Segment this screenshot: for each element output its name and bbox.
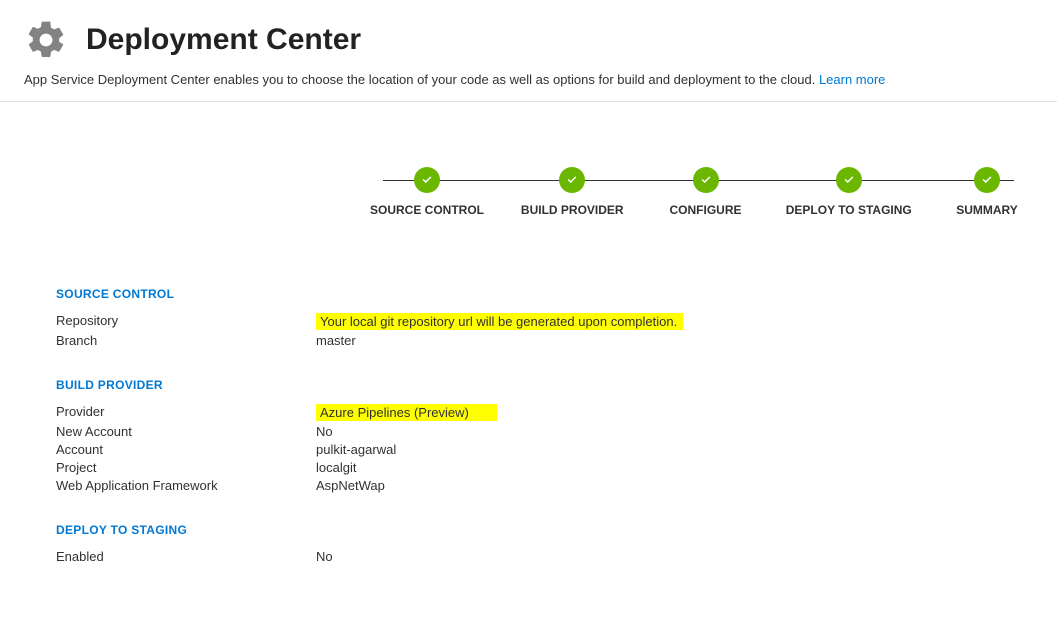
value-branch: master — [316, 333, 356, 348]
page-description: App Service Deployment Center enables yo… — [0, 70, 1057, 102]
check-icon — [559, 167, 585, 193]
row-account: Account pulkit-agarwal — [56, 442, 1033, 457]
label-framework: Web Application Framework — [56, 478, 316, 493]
row-project: Project localgit — [56, 460, 1033, 475]
step-build-provider[interactable]: BUILD PROVIDER — [517, 167, 627, 217]
value-new-account: No — [316, 424, 333, 439]
label-new-account: New Account — [56, 424, 316, 439]
learn-more-link[interactable]: Learn more — [819, 72, 885, 87]
row-repository: Repository Your local git repository url… — [56, 313, 1033, 330]
section-heading-deploy-to-staging: DEPLOY TO STAGING — [56, 523, 1033, 537]
page-header: Deployment Center — [0, 0, 1057, 70]
label-project: Project — [56, 460, 316, 475]
step-label: BUILD PROVIDER — [521, 203, 624, 217]
row-framework: Web Application Framework AspNetWap — [56, 478, 1033, 493]
value-provider: Azure Pipelines (Preview) — [316, 404, 497, 421]
summary-content: SOURCE CONTROL Repository Your local git… — [0, 247, 1057, 591]
page-title: Deployment Center — [86, 23, 361, 57]
step-configure[interactable]: CONFIGURE — [661, 167, 751, 217]
label-provider: Provider — [56, 404, 316, 419]
step-label: SUMMARY — [956, 203, 1018, 217]
value-project: localgit — [316, 460, 356, 475]
label-enabled: Enabled — [56, 549, 316, 564]
step-deploy-to-staging[interactable]: DEPLOY TO STAGING — [784, 167, 914, 217]
description-text: App Service Deployment Center enables yo… — [24, 72, 819, 87]
step-source-control[interactable]: SOURCE CONTROL — [370, 167, 484, 217]
check-icon — [836, 167, 862, 193]
value-framework: AspNetWap — [316, 478, 385, 493]
check-icon — [974, 167, 1000, 193]
value-account: pulkit-agarwal — [316, 442, 396, 457]
step-label: CONFIGURE — [670, 203, 742, 217]
step-label: SOURCE CONTROL — [370, 203, 484, 217]
label-branch: Branch — [56, 333, 316, 348]
label-account: Account — [56, 442, 316, 457]
check-icon — [414, 167, 440, 193]
progress-stepper: SOURCE CONTROL BUILD PROVIDER CONFIGURE … — [0, 102, 1057, 247]
section-heading-source-control: SOURCE CONTROL — [56, 287, 1033, 301]
steps-row: SOURCE CONTROL BUILD PROVIDER CONFIGURE … — [370, 167, 1027, 217]
row-new-account: New Account No — [56, 424, 1033, 439]
step-label: DEPLOY TO STAGING — [786, 203, 912, 217]
row-provider: Provider Azure Pipelines (Preview) — [56, 404, 1033, 421]
check-icon — [693, 167, 719, 193]
gear-icon — [24, 18, 68, 62]
value-enabled: No — [316, 549, 333, 564]
section-heading-build-provider: BUILD PROVIDER — [56, 378, 1033, 392]
step-summary[interactable]: SUMMARY — [947, 167, 1027, 217]
row-enabled: Enabled No — [56, 549, 1033, 564]
label-repository: Repository — [56, 313, 316, 328]
value-repository: Your local git repository url will be ge… — [316, 313, 683, 330]
row-branch: Branch master — [56, 333, 1033, 348]
